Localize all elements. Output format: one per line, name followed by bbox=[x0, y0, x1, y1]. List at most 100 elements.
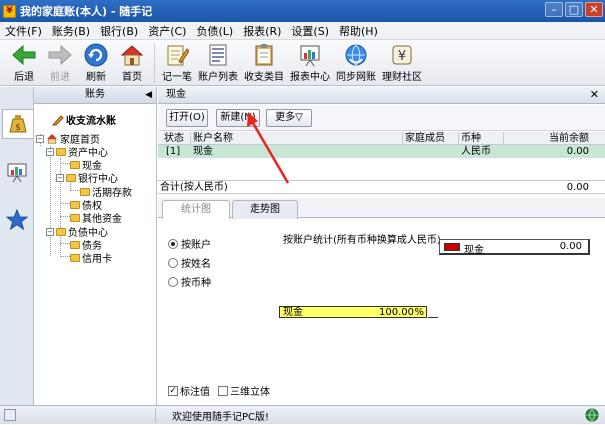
account-list-button[interactable]: 账户列表 bbox=[195, 40, 241, 83]
bar-label: 现金 bbox=[283, 307, 303, 318]
status-grip-icon bbox=[4, 409, 16, 421]
legend-value: 0.00 bbox=[559, 241, 582, 252]
refresh-icon bbox=[83, 43, 109, 67]
radio-unchecked-icon bbox=[168, 276, 178, 287]
main-header: 现金 ✕ bbox=[158, 87, 605, 104]
forward-button[interactable]: 前进 bbox=[42, 40, 78, 83]
sync-button[interactable]: 同步网账 bbox=[333, 40, 379, 83]
refresh-button[interactable]: 刷新 bbox=[78, 40, 114, 83]
statistics-chart-area: 按账户 按姓名 按币种 按账户统计(所有币种换算成人民币) 现金 0.00 现金… bbox=[158, 219, 605, 402]
folder-icon bbox=[70, 253, 80, 262]
toolbar-separator bbox=[154, 43, 155, 83]
menu-bank[interactable]: 银行(B) bbox=[95, 23, 143, 39]
close-button[interactable]: ✕ bbox=[585, 2, 603, 17]
legend-label: 现金 bbox=[464, 245, 484, 256]
folder-icon bbox=[66, 173, 76, 182]
menu-reports[interactable]: 报表(R) bbox=[238, 23, 286, 39]
menu-bar: 文件(F) 账务(B) 银行(B) 资产(C) 负债(L) 报表(R) 设置(S… bbox=[0, 22, 605, 40]
folder-icon bbox=[70, 240, 80, 249]
collapse-toggle-icon[interactable]: − bbox=[36, 134, 44, 143]
radio-by-currency[interactable]: 按币种 bbox=[168, 274, 211, 289]
column-header-balance[interactable]: 当前余额 bbox=[549, 132, 589, 145]
checkbox-3d[interactable]: 三维立体 bbox=[218, 383, 270, 398]
new-account-button[interactable]: 新建(N) bbox=[216, 109, 260, 127]
tree-item-credit-card[interactable]: 信用卡 bbox=[70, 250, 112, 265]
radio-by-name[interactable]: 按姓名 bbox=[168, 255, 211, 270]
total-row: 合计(按人民币) 0.00 bbox=[158, 180, 605, 194]
maximize-button[interactable]: □ bbox=[565, 2, 583, 17]
community-button[interactable]: ¥ 理财社区 bbox=[379, 40, 425, 83]
folder-icon bbox=[80, 187, 90, 196]
collapse-toggle-icon[interactable]: − bbox=[46, 147, 54, 156]
network-globe-icon bbox=[585, 408, 599, 425]
folder-icon bbox=[70, 200, 80, 209]
menu-help[interactable]: 帮助(H) bbox=[334, 23, 383, 39]
globe-sync-icon bbox=[343, 43, 369, 67]
report-center-button[interactable]: 报表中心 bbox=[287, 40, 333, 83]
navigation-strip: $ bbox=[0, 87, 34, 405]
radio-by-account[interactable]: 按账户 bbox=[168, 236, 211, 251]
column-header-member[interactable]: 家庭成员 bbox=[405, 132, 445, 145]
reports-nav-button[interactable] bbox=[3, 157, 31, 187]
home-button[interactable]: 首页 bbox=[114, 40, 150, 83]
collapse-toggle-icon[interactable]: − bbox=[56, 173, 64, 182]
open-button[interactable]: 打开(O) bbox=[166, 109, 208, 127]
menu-settings[interactable]: 设置(S) bbox=[286, 23, 334, 39]
favorites-nav-button[interactable] bbox=[3, 205, 31, 235]
status-bar: 欢迎使用随手记PC版! bbox=[0, 405, 605, 424]
folder-icon bbox=[70, 213, 80, 222]
checkbox-show-values[interactable]: ✓ 标注值 bbox=[168, 383, 210, 398]
account-tree-panel: 账务 ◀ 收支流水账 − 家庭首页 − 资产中心 现金 − 银行中心 活期存款 … bbox=[34, 87, 157, 405]
menu-file[interactable]: 文件(F) bbox=[0, 23, 47, 39]
tab-trend[interactable]: 走势图 bbox=[232, 200, 298, 219]
home-icon bbox=[119, 43, 145, 67]
bar-value: 100.00 bbox=[379, 307, 414, 318]
categories-button[interactable]: 收支类目 bbox=[241, 40, 287, 83]
total-label: 合计(按人民币) bbox=[160, 182, 228, 193]
menu-liabilities[interactable]: 负债(L) bbox=[191, 23, 238, 39]
accounting-nav-button[interactable]: $ bbox=[2, 109, 33, 139]
folder-icon bbox=[56, 227, 66, 236]
account-table: 状态 账户名称 家庭成员 币种 当前余额 [1] 现金 人民币 0.00 bbox=[158, 132, 605, 158]
tab-statistics[interactable]: 统计图 bbox=[162, 200, 230, 219]
svg-text:$: $ bbox=[15, 123, 21, 133]
tree-item-bank[interactable]: − 银行中心 bbox=[56, 170, 118, 185]
collapse-icon[interactable]: ◀ bbox=[145, 87, 152, 103]
clipboard-icon bbox=[251, 43, 277, 67]
total-value: 0.00 bbox=[566, 182, 589, 193]
notebook-pen-icon bbox=[164, 43, 190, 67]
collapse-toggle-icon[interactable]: − bbox=[46, 227, 54, 236]
close-panel-icon[interactable]: ✕ bbox=[590, 87, 599, 103]
toolbar: 后退 前进 刷新 首页 记一笔 账户列表 收支类目 报表中心 同步网账 ¥ 理财… bbox=[0, 40, 605, 86]
table-row[interactable]: [1] 现金 人民币 0.00 bbox=[158, 145, 605, 158]
chart-legend: 现金 0.00 bbox=[439, 239, 590, 256]
row-currency: 人民币 bbox=[461, 146, 491, 157]
pencil-icon bbox=[52, 114, 64, 125]
checkbox-checked-icon: ✓ bbox=[168, 385, 178, 396]
menu-assets[interactable]: 资产(C) bbox=[143, 23, 191, 39]
tree-item-other-funds[interactable]: 其他资金 bbox=[70, 210, 122, 225]
record-button[interactable]: 记一笔 bbox=[159, 40, 195, 83]
svg-text:¥: ¥ bbox=[398, 49, 406, 64]
menu-accounting[interactable]: 账务(B) bbox=[47, 23, 95, 39]
row-balance: 0.00 bbox=[566, 146, 589, 157]
title-bar: ¥ 我的家庭账(本人) - 随手记 – □ ✕ bbox=[0, 0, 605, 22]
bar-unit: % bbox=[414, 307, 424, 318]
column-header-currency[interactable]: 币种 bbox=[461, 132, 481, 145]
back-button[interactable]: 后退 bbox=[6, 40, 42, 83]
radio-checked-icon bbox=[168, 238, 178, 249]
legend-swatch bbox=[444, 243, 460, 251]
tree-item-transactions[interactable]: 收支流水账 bbox=[52, 112, 116, 127]
radio-unchecked-icon bbox=[168, 257, 178, 268]
chart-board-icon bbox=[7, 163, 27, 183]
column-header-account-name[interactable]: 账户名称 bbox=[193, 132, 233, 145]
yen-sign-icon: ¥ bbox=[389, 43, 415, 67]
minimize-button[interactable]: – bbox=[545, 2, 563, 17]
more-button[interactable]: 更多▽ bbox=[266, 109, 312, 127]
folder-icon bbox=[70, 160, 80, 169]
row-status: [1] bbox=[166, 146, 181, 157]
star-icon bbox=[6, 209, 28, 231]
panel-header: 账务 ◀ bbox=[34, 87, 156, 104]
back-arrow-icon bbox=[11, 43, 37, 67]
column-header-status[interactable]: 状态 bbox=[164, 132, 184, 145]
